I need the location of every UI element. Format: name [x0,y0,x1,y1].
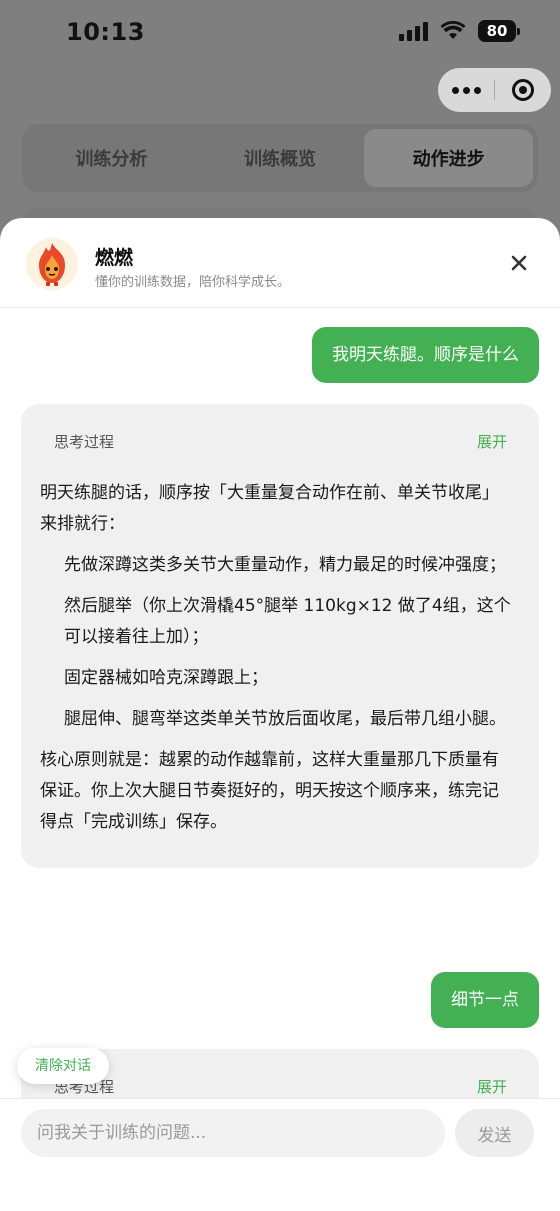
assistant-message-text: 明天练腿的话，顺序按「大重量复合动作在前、单关节收尾」来排就行： 先做深蹲这类多… [21,478,539,868]
thinking-label: 思考过程 [54,433,115,451]
status-bar: 10:13 80 [0,0,560,66]
bot-subtitle: 懂你的训练数据，陪你科学成长。 [95,275,291,290]
expand-thinking-button[interactable]: 展开 [477,1076,507,1097]
message-paragraph: 先做深蹲这类多关节大重量动作，精力最足的时候冲强度； [64,555,506,575]
status-icons: 80 [399,20,520,42]
battery-icon: 80 [478,20,520,42]
chat-sheet: 燃燃 懂你的训练数据，陪你科学成长。 我明天练腿。顺序是什么 思考过程 展开 明… [0,218,560,1211]
tab-training-overview[interactable]: 训练概览 [196,129,365,187]
more-icon[interactable] [438,86,494,94]
message-paragraph: 核心原则就是：越累的动作越靠前，这样大重量那几下质量有保证。你上次大腿日节奏挺好… [40,750,499,832]
send-button[interactable]: 发送 [455,1109,534,1157]
expand-thinking-button[interactable]: 展开 [477,431,507,452]
tab-exercise-progress[interactable]: 动作进步 [364,129,534,187]
bot-name: 燃燃 [95,247,134,269]
user-message: 细节一点 [431,972,539,1028]
signal-icon [399,21,428,41]
segment-tabs: 训练分析 训练概览 动作进步 [22,124,538,192]
close-program-icon[interactable] [495,79,551,101]
message-list[interactable]: 我明天练腿。顺序是什么 思考过程 展开 明天练腿的话，顺序按「大重量复合动作在前… [0,308,560,1098]
close-icon[interactable] [508,252,530,274]
message-paragraph: 腿屈伸、腿弯举这类单关节放后面收尾，最后带几组小腿。 [64,709,506,729]
input-bar: 发送 [0,1098,560,1211]
message-paragraph: 明天练腿的话，顺序按「大重量复合动作在前、单关节收尾」来排就行： [40,483,499,534]
thinking-header: 思考过程 展开 [21,404,539,478]
chat-input[interactable] [21,1109,445,1157]
assistant-message: 思考过程 展开 明天练腿的话，顺序按「大重量复合动作在前、单关节收尾」来排就行：… [21,404,539,868]
mini-program-capsule [438,68,551,112]
message-paragraph: 然后腿举（你上次滑橇45°腿举 110kg×12 做了4组，这个可以接着往上加）… [64,596,511,647]
chat-header: 燃燃 懂你的训练数据，陪你科学成长。 [0,218,560,308]
wifi-icon [440,21,466,39]
tab-training-analysis[interactable]: 训练分析 [27,129,196,187]
status-time: 10:13 [66,18,145,46]
avatar [26,238,78,290]
clear-chat-button[interactable]: 清除对话 [17,1048,109,1084]
flame-mascot-icon [39,243,65,286]
message-paragraph: 固定器械如哈克深蹲跟上； [64,668,268,688]
user-message: 我明天练腿。顺序是什么 [312,327,539,383]
